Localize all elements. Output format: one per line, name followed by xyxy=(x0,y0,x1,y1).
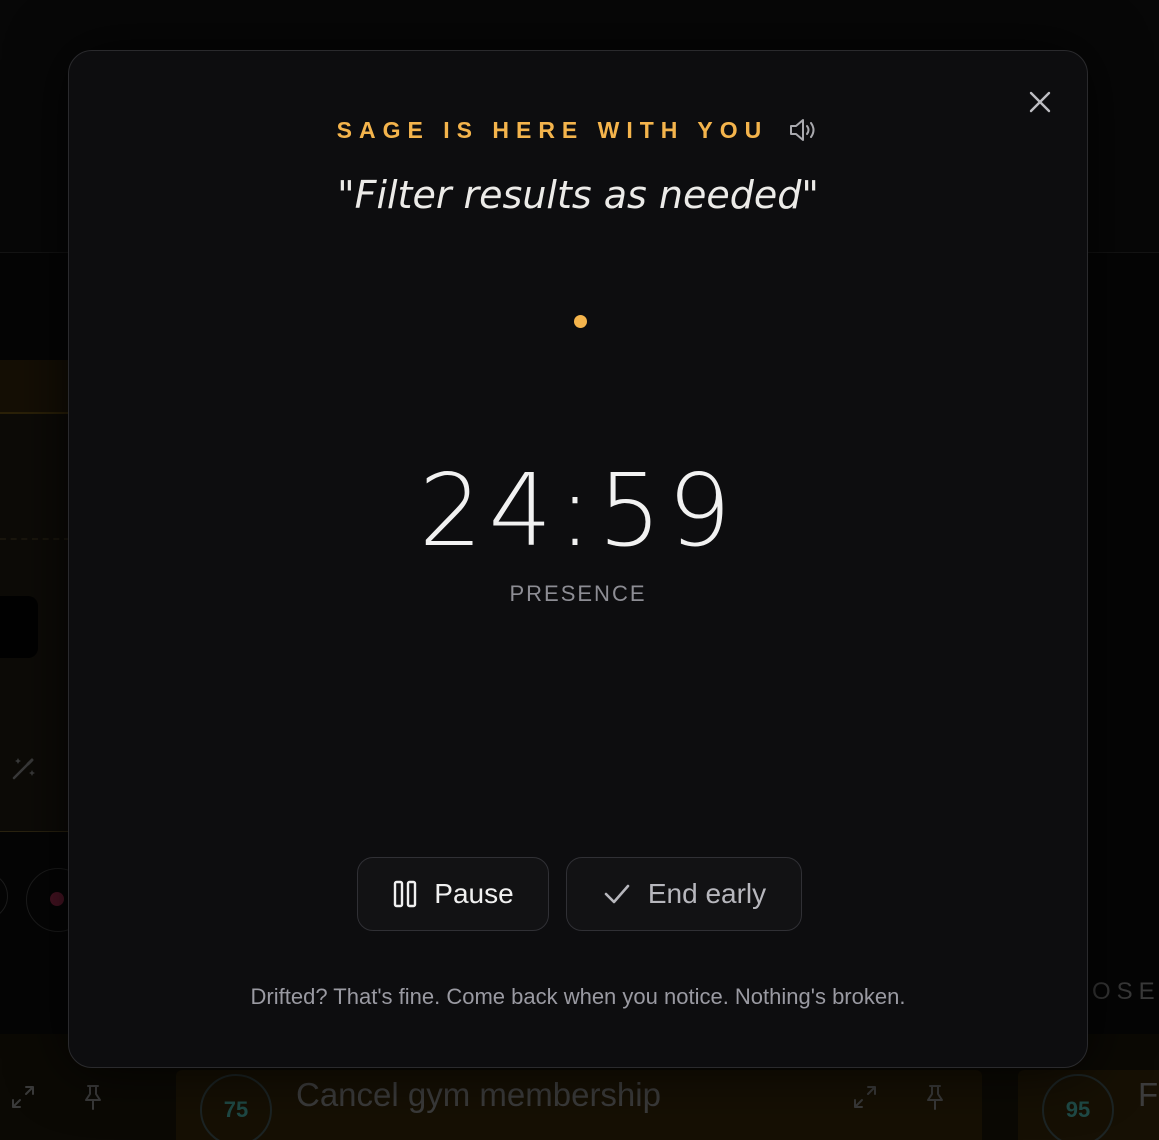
pause-button[interactable]: Pause xyxy=(357,857,549,931)
magic-wand-icon xyxy=(12,758,35,780)
expand-icon xyxy=(854,1086,876,1108)
background-divider xyxy=(0,538,70,540)
background-avatar xyxy=(0,872,8,920)
companion-header: SAGE IS HERE WITH YOU xyxy=(69,115,1087,145)
expand-icon xyxy=(12,1086,34,1108)
background-input-box xyxy=(0,596,38,658)
background-panel-band xyxy=(0,360,70,414)
focus-session-modal: SAGE IS HERE WITH YOU "Filter results as… xyxy=(68,50,1088,1068)
app-root: OSE 75 Cancel gym membership 95 Fi SAGE … xyxy=(0,0,1159,1140)
companion-label: SAGE IS HERE WITH YOU xyxy=(336,116,769,143)
background-score-badge: 95 xyxy=(1042,1074,1114,1140)
end-early-label: End early xyxy=(647,878,767,909)
end-early-button[interactable]: End early xyxy=(566,857,802,931)
background-status-dot xyxy=(50,892,64,906)
task-quote: "Filter results as needed" xyxy=(337,173,819,217)
speaker-icon[interactable] xyxy=(787,115,819,145)
check-icon xyxy=(604,884,630,904)
mode-label: PRESENCE xyxy=(509,581,647,606)
pin-icon xyxy=(927,1085,943,1110)
pin-icon xyxy=(85,1085,101,1110)
background-task-title: Cancel gym membership xyxy=(296,1076,661,1113)
background-task-title: Fi xyxy=(1138,1076,1159,1113)
breathing-dot xyxy=(574,315,587,328)
encouragement-note: Drifted? That's fine. Come back when you… xyxy=(250,984,906,1009)
pause-icon xyxy=(394,880,417,908)
background-score-badge: 75 xyxy=(200,1074,272,1140)
background-side-label: OSE xyxy=(1092,978,1159,1005)
pause-label: Pause xyxy=(434,878,514,909)
countdown-timer: 24:59 xyxy=(418,452,738,569)
